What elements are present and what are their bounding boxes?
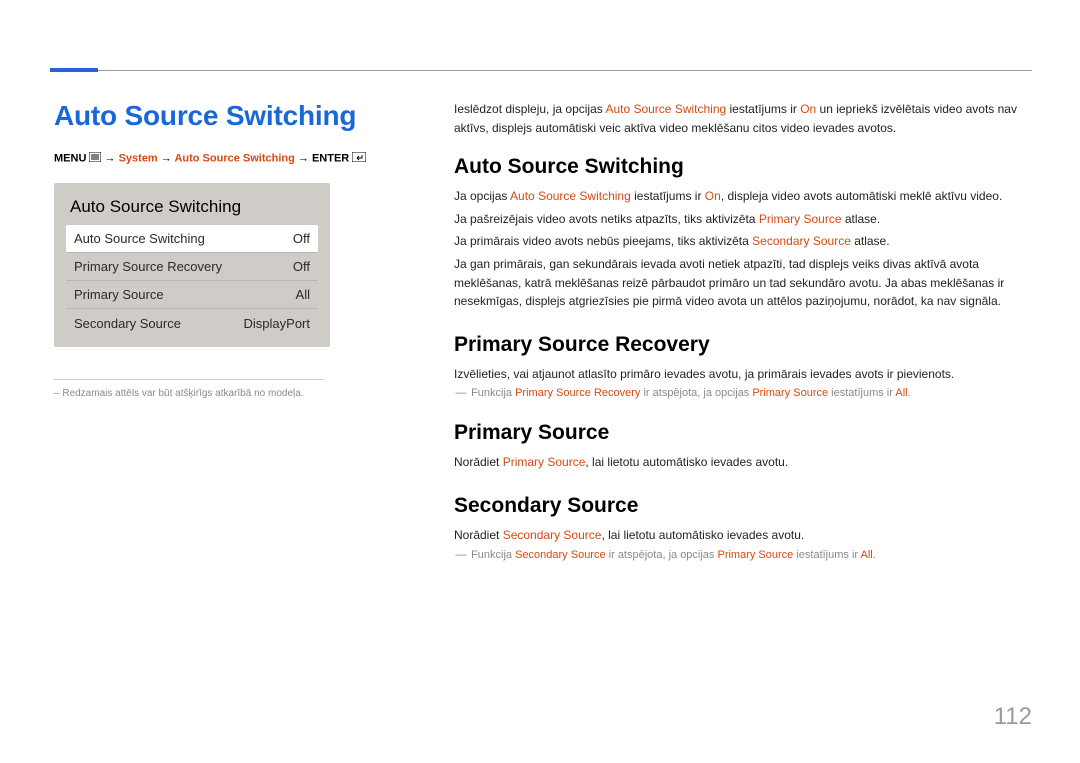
note-dash: ― [454,549,468,561]
ss-note: ― Funkcija Secondary Source ir atspējota… [454,549,1028,561]
text-accent: On [800,102,816,116]
rule-accent [50,68,98,72]
text-accent: Primary Source [752,387,828,399]
lcd-row-label: Primary Source [74,287,164,302]
text: iestatījums ir [631,189,705,203]
text-accent: Primary Source [503,455,586,469]
text-accent: Auto Source Switching [510,189,631,203]
text-accent: All [861,549,873,561]
ss-p1: Norādiet Secondary Source, lai lietotu a… [454,526,1028,545]
lcd-row-value: DisplayPort [244,316,310,331]
heading-primary-source: Primary Source [454,421,1028,445]
text: Norādiet [454,528,503,542]
breadcrumb-system: System [119,152,158,164]
lcd-row-secondary-source[interactable]: Secondary Source DisplayPort [66,309,318,337]
text-accent: Primary Source [759,212,842,226]
breadcrumb-menu: MENU [54,152,86,164]
thin-rule [54,379,324,380]
psr-p1: Izvēlieties, vai atjaunot atlasīto primā… [454,365,1028,384]
left-column: Auto Source Switching MENU → System → Au… [54,100,374,399]
auto-p4: Ja gan primārais, gan sekundārais ievada… [454,255,1028,311]
text-accent: Primary Source [717,549,793,561]
text: . [873,549,876,561]
text: atlase. [851,234,890,248]
auto-p3: Ja primārais video avots nebūs pieejams,… [454,232,1028,251]
text: . [908,387,911,399]
text: Ieslēdzot displeju, ja opcijas [454,102,605,116]
text: , lai lietotu automātisko ievades avotu. [601,528,804,542]
arrow-2: → [161,152,172,164]
breadcrumb-auto: Auto Source Switching [174,152,294,164]
auto-p2: Ja pašreizējais video avots netiks atpaz… [454,210,1028,229]
lcd-row-auto-source-switching[interactable]: Auto Source Switching Off [66,225,318,253]
arrow-1: → [105,152,116,164]
breadcrumb: MENU → System → Auto Source Switching → … [54,152,374,165]
text: Norādiet [454,455,503,469]
lcd-panel: Auto Source Switching Auto Source Switch… [54,183,330,347]
text-accent: Auto Source Switching [605,102,726,116]
lcd-row-label: Secondary Source [74,316,181,331]
psr-note: ― Funkcija Primary Source Recovery ir at… [454,387,1028,399]
text: iestatījums ir [828,387,895,399]
left-footnote: – Redzamais attēls var būt atšķirīgs atk… [54,388,374,399]
text: iestatījums ir [793,549,860,561]
heading-primary-source-recovery: Primary Source Recovery [454,333,1028,357]
text-accent: Primary Source Recovery [515,387,640,399]
lcd-row-value: Off [293,259,310,274]
lcd-panel-title: Auto Source Switching [66,197,318,217]
note-dash: ― [454,387,468,399]
text-accent: All [895,387,907,399]
breadcrumb-enter: ENTER [312,152,349,164]
lcd-row-primary-source[interactable]: Primary Source All [66,281,318,309]
auto-p1: Ja opcijas Auto Source Switching iestatī… [454,187,1028,206]
text: , displeja video avots automātiski meklē… [721,189,1002,203]
text-accent: Secondary Source [752,234,851,248]
lcd-row-label: Auto Source Switching [74,231,205,246]
text: Ja primārais video avots nebūs pieejams,… [454,234,752,248]
text-accent: On [705,189,721,203]
text: iestatījums ir [726,102,800,116]
lcd-row-primary-source-recovery[interactable]: Primary Source Recovery Off [66,253,318,281]
text: Ja pašreizējais video avots netiks atpaz… [454,212,759,226]
heading-auto-source-switching: Auto Source Switching [454,155,1028,179]
horizontal-rule [50,70,1032,71]
menu-icon [89,152,101,165]
text: atlase. [842,212,881,226]
page-title: Auto Source Switching [54,100,374,132]
text: ir atspējota, ja opcijas [640,387,752,399]
arrow-3: → [298,152,309,164]
text-accent: Secondary Source [515,549,606,561]
enter-icon [352,152,366,165]
heading-secondary-source: Secondary Source [454,494,1028,518]
right-column: Ieslēdzot displeju, ja opcijas Auto Sour… [454,100,1028,561]
lcd-row-label: Primary Source Recovery [74,259,222,274]
text-accent: Secondary Source [503,528,602,542]
text: ir atspējota, ja opcijas [606,549,718,561]
text: Ja opcijas [454,189,510,203]
text: Funkcija [471,549,515,561]
intro-paragraph: Ieslēdzot displeju, ja opcijas Auto Sour… [454,100,1028,137]
lcd-row-value: All [296,287,310,302]
lcd-row-value: Off [293,231,310,246]
page-number: 112 [994,703,1032,731]
ps-p1: Norādiet Primary Source, lai lietotu aut… [454,453,1028,472]
text: Funkcija [471,387,515,399]
text: , lai lietotu automātisko ievades avotu. [585,455,788,469]
